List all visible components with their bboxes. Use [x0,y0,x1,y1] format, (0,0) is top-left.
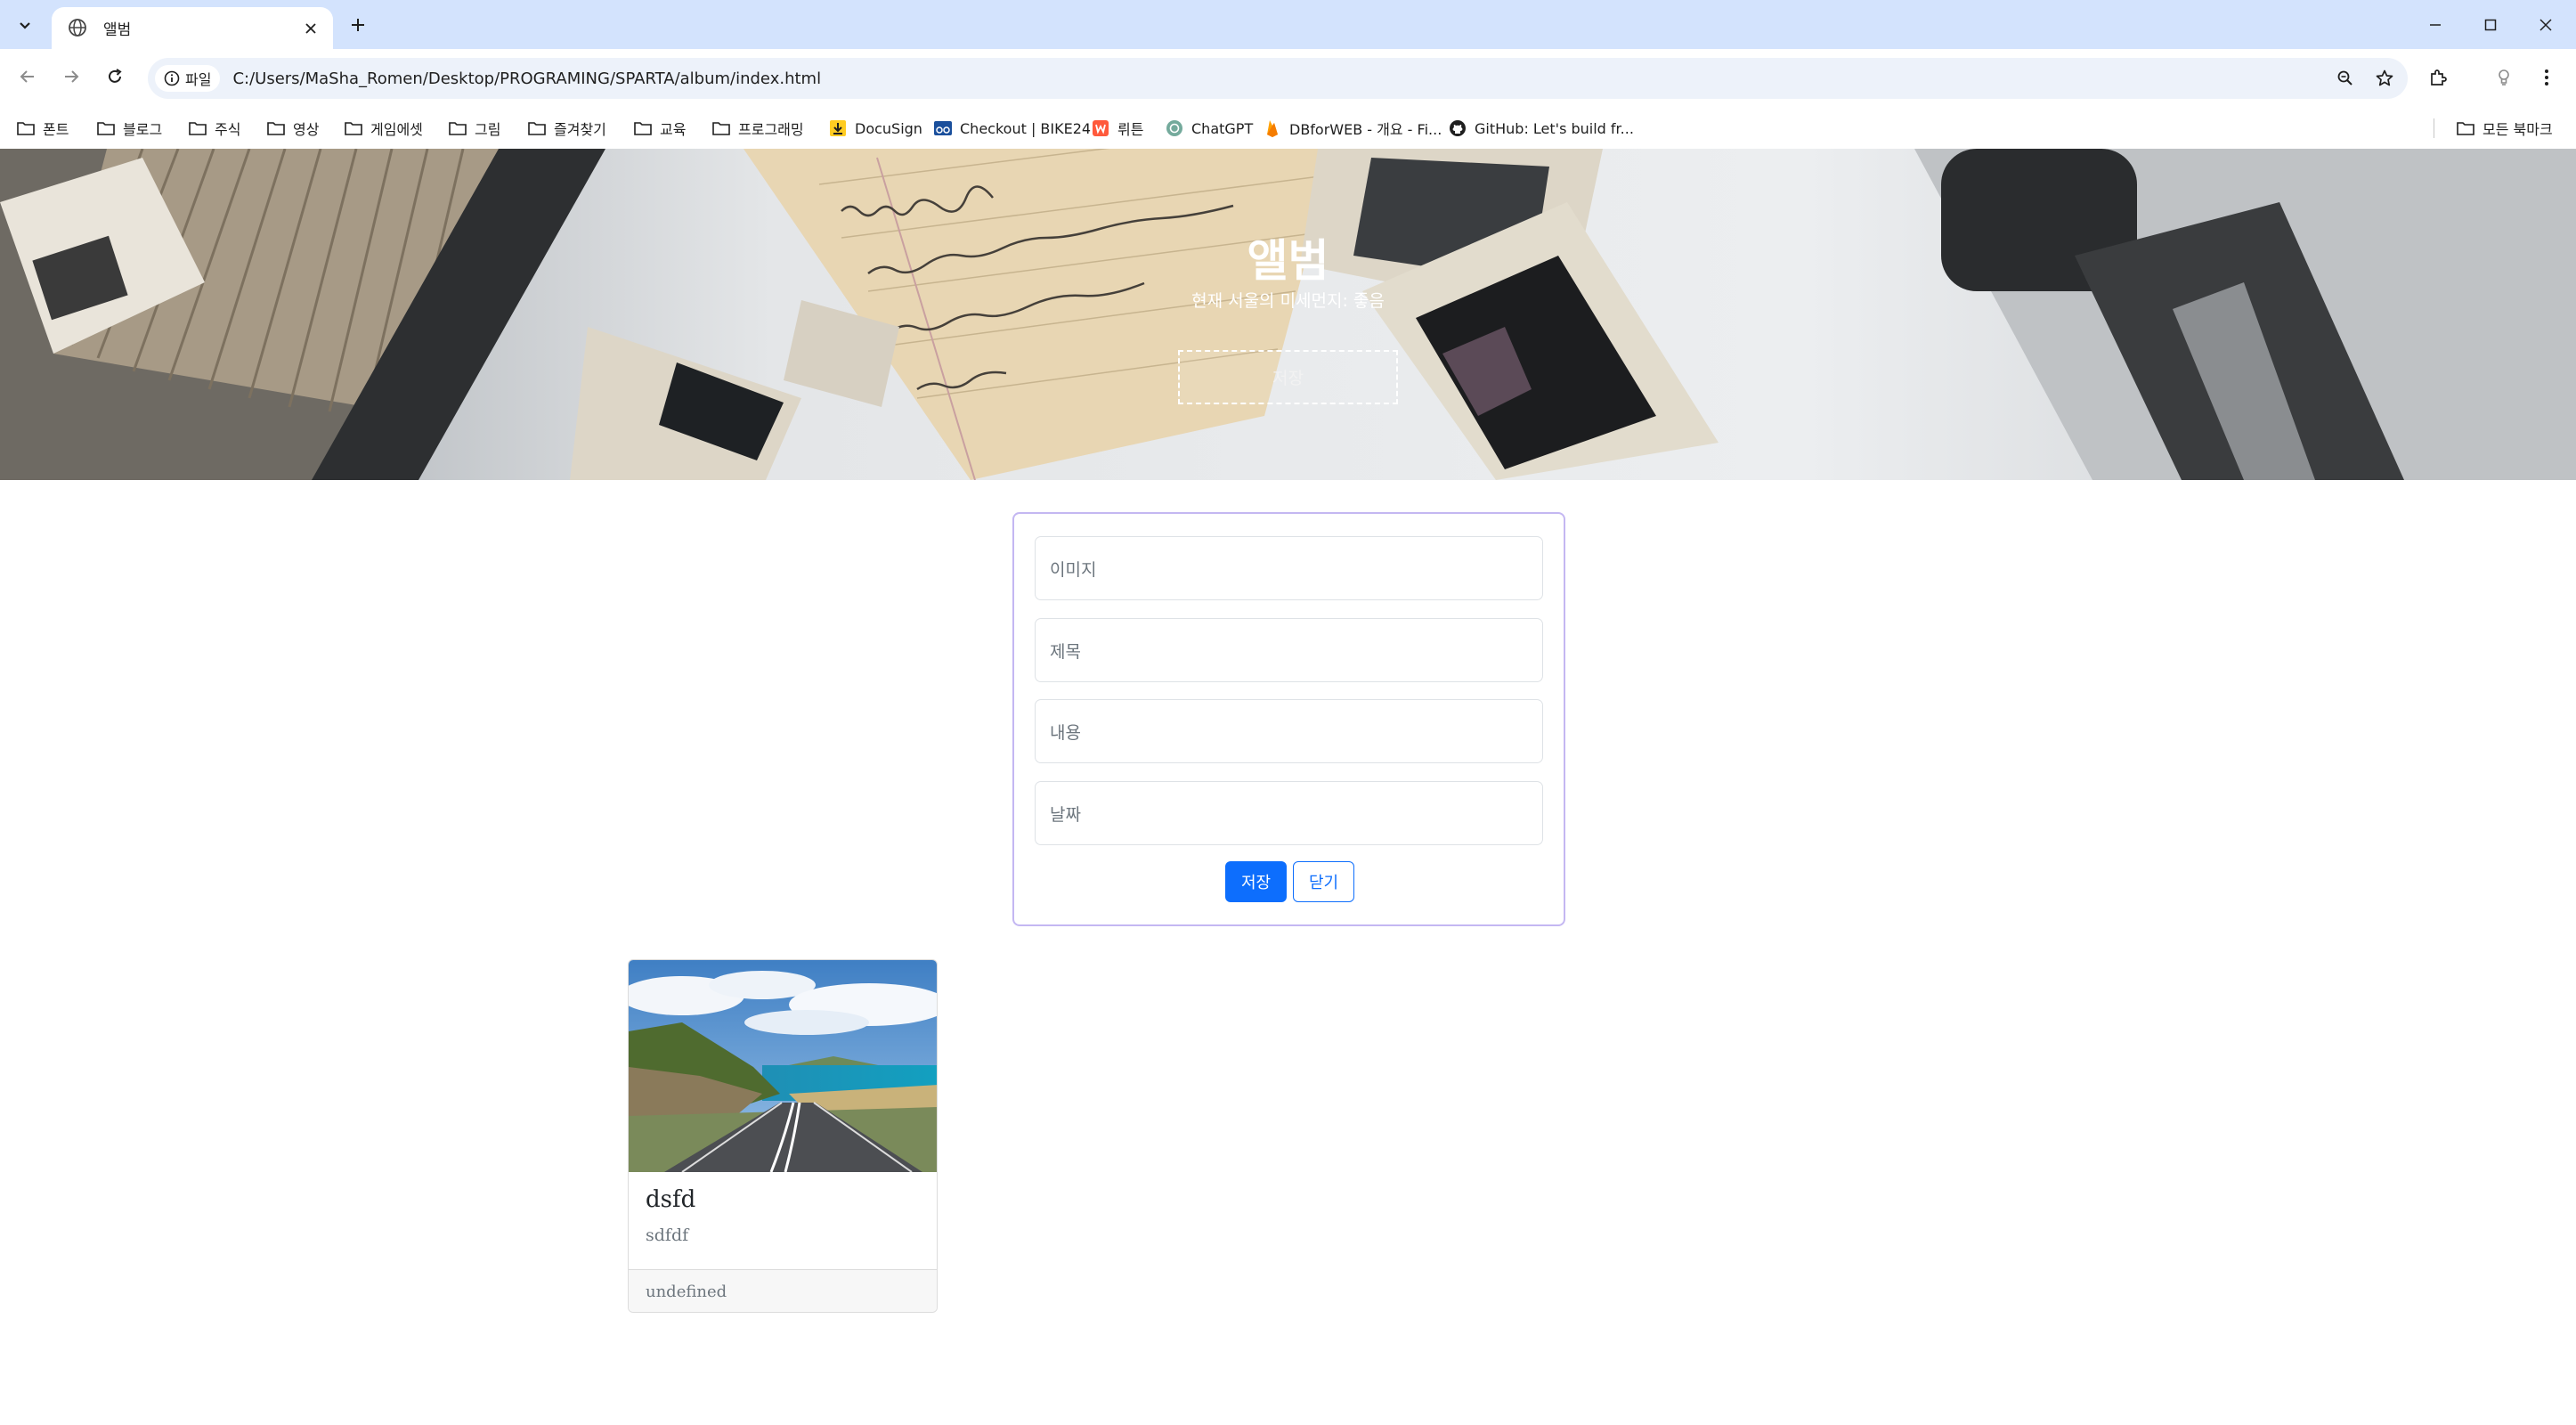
album-card[interactable]: dsfd sdfdf undefined [628,959,938,1313]
card-text: sdfdf [646,1226,689,1245]
arrow-left-icon [20,70,34,83]
bookmark-label: 모든 북마크 [2483,121,2553,138]
tab-search-button[interactable] [9,10,41,42]
forward-button[interactable] [54,60,88,94]
bookmark-label: 그림 [475,121,501,138]
address-bar[interactable]: 파일 C:/Users/MaSha_Romen/Desktop/PROGRAMI… [148,58,2408,99]
title-input[interactable]: 제목 [1035,618,1543,682]
bike24-icon [933,118,953,138]
hero-title: 앨범 [1247,235,1329,287]
site-info-chip[interactable]: 파일 [155,65,221,92]
bookmark-link[interactable]: DBforWEB - 개요 - Fi... [1263,117,1442,140]
lightbulb-icon[interactable] [2488,61,2520,94]
bookmark-folder[interactable]: 게임에셋 [344,117,423,140]
bookmark-link[interactable]: DocuSign [828,117,922,140]
extensions-icon[interactable] [2422,61,2454,94]
bookmark-folder[interactable]: 주식 [188,117,240,140]
browser-tab[interactable]: 앨범 [52,7,333,49]
tab-strip: 앨범 [0,0,2576,49]
minimize-icon [2430,23,2441,26]
bookmark-label: 프로그래밍 [738,121,804,138]
bookmarks-bar: 폰트 블로그 주식 영상 게임에셋 그림 즐겨찾기 교육 프로그래밍 DocuS… [0,108,2576,149]
reload-button[interactable] [98,60,132,94]
wrtn-icon [1091,118,1110,138]
bookmark-folder[interactable]: 즐겨찾기 [527,117,606,140]
bookmark-label: 폰트 [43,121,69,138]
bookmark-label: 즐겨찾기 [554,121,606,138]
bookmark-link[interactable]: GitHub: Let's build fr... [1448,117,1634,140]
browser-toolbar: 파일 C:/Users/MaSha_Romen/Desktop/PROGRAMI… [0,49,2576,108]
folder-icon [2456,118,2475,138]
folder-icon [633,118,653,138]
folder-icon [711,118,731,138]
bookmark-label: 교육 [660,121,687,138]
zoom-icon[interactable] [2329,62,2361,94]
info-icon [164,70,180,86]
bookmark-label: 영상 [293,121,320,138]
tab-title: 앨범 [103,21,132,39]
tab-close-icon[interactable] [299,17,322,40]
more-menu-icon[interactable] [2531,61,2563,94]
air-quality-text: 현재 서울의 미세먼지: 좋음 [1191,291,1385,311]
docusign-icon [828,118,848,138]
maximize-icon [2484,19,2497,30]
site-chip-label: 파일 [185,71,212,88]
hero-background-image [0,149,2576,480]
bookmark-label: DBforWEB - 개요 - Fi... [1289,121,1442,138]
bookmark-folder[interactable]: 폰트 [16,117,69,140]
folder-icon [188,118,207,138]
arrow-right-icon [65,70,79,83]
reload-icon [109,69,122,83]
bookmark-label: 게임에셋 [370,121,423,138]
bookmark-label: 주식 [215,121,241,138]
bookmark-label: Checkout | BIKE24 [960,119,1092,137]
hero-banner: 앨범 현재 서울의 미세먼지: 좋음 저장 [0,149,2576,480]
save-button[interactable]: 저장 [1225,861,1287,902]
bookmark-link[interactable]: ChatGPT [1165,117,1253,140]
globe-icon [68,18,89,39]
bookmark-label: DocuSign [855,119,922,137]
date-input[interactable]: 날짜 [1035,781,1543,845]
post-form: 이미지 제목 내용 날짜 저장 닫기 [1012,512,1565,926]
bookmark-folder[interactable]: 그림 [448,117,500,140]
firebase-icon [1263,118,1282,138]
bookmark-label: 뤼튼 [1117,121,1144,138]
close-button[interactable]: 닫기 [1293,861,1354,902]
folder-icon [344,118,363,138]
all-bookmarks-folder[interactable]: 모든 북마크 [2456,117,2553,140]
bookmark-link[interactable]: Checkout | BIKE24 [933,117,1091,140]
minimize-button[interactable] [2408,0,2463,49]
card-image [629,960,937,1172]
github-icon [1448,118,1467,138]
bookmark-link[interactable]: 뤼튼 [1091,117,1143,140]
bookmark-folder[interactable]: 영상 [266,117,319,140]
chatgpt-icon [1165,118,1184,138]
folder-icon [16,118,36,138]
close-icon [2539,18,2552,31]
maximize-button[interactable] [2463,0,2518,49]
back-button[interactable] [11,60,45,94]
bookmark-folder[interactable]: 교육 [633,117,686,140]
content-input[interactable]: 내용 [1035,699,1543,763]
hero-save-button[interactable]: 저장 [1178,350,1398,404]
bookmark-folder[interactable]: 블로그 [96,117,162,140]
folder-icon [448,118,467,138]
close-window-button[interactable] [2518,0,2573,49]
bookmark-label: 블로그 [123,121,163,138]
folder-icon [96,118,116,138]
bookmark-label: ChatGPT [1191,119,1254,137]
folder-icon [266,118,286,138]
url-text[interactable]: C:/Users/MaSha_Romen/Desktop/PROGRAMING/… [232,69,2329,88]
new-tab-button[interactable] [344,11,372,39]
bookmark-folder[interactable]: 프로그래밍 [711,117,804,140]
card-footer: undefined [629,1269,937,1312]
bookmark-label: GitHub: Let's build fr... [1475,119,1634,137]
folder-icon [527,118,547,138]
bookmark-star-icon[interactable] [2369,62,2401,94]
plus-icon [352,19,364,31]
chevron-down-icon [20,22,30,29]
card-title: dsfd [646,1186,696,1213]
image-input[interactable]: 이미지 [1035,536,1543,600]
